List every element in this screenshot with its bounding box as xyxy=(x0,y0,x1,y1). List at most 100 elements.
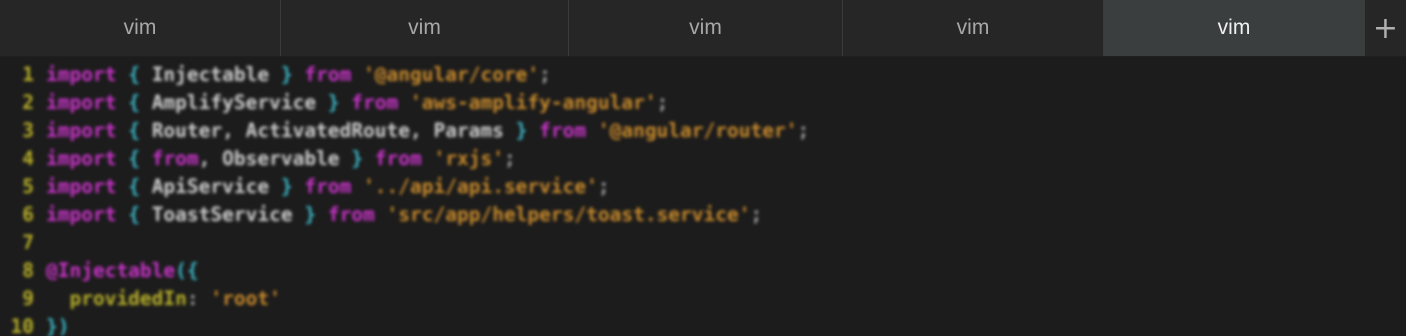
code-line: 1 import { Injectable } from '@angular/co… xyxy=(0,61,809,89)
code-line: 7 xyxy=(0,229,809,257)
line-number: 8 xyxy=(22,259,34,282)
code-token: } xyxy=(280,63,293,86)
code-token: { xyxy=(128,91,140,114)
code-token: } xyxy=(304,203,317,226)
code-token: { xyxy=(128,119,140,142)
code-token: import xyxy=(46,91,117,114)
code-token: ; xyxy=(597,175,610,198)
code-text: import { Injectable } from '@angular/cor… xyxy=(46,61,551,89)
code-text: import { ApiService } from '../api/api.s… xyxy=(46,173,610,201)
code-line: 9 providedIn: 'root' xyxy=(0,285,809,313)
code-token: providedIn xyxy=(69,287,187,310)
code-token: from xyxy=(327,203,375,226)
code-token: } xyxy=(327,91,340,114)
code-line: 5 import { ApiService } from '../api/api.… xyxy=(0,173,809,201)
code-token: ; xyxy=(656,91,669,114)
code-text: import { ToastService } from 'src/app/he… xyxy=(46,201,762,229)
tab-vim-1[interactable]: vim xyxy=(0,0,281,56)
code-token: '@angular/core' xyxy=(363,63,540,86)
code-token: from xyxy=(151,147,199,170)
code-token: ; xyxy=(750,203,763,226)
code-line: 10}) xyxy=(0,313,809,336)
code-token: { xyxy=(128,63,140,86)
line-number: 10 xyxy=(10,315,34,336)
code-token: import xyxy=(46,63,117,86)
tab-vim-4[interactable]: vim xyxy=(843,0,1104,56)
new-tab-button[interactable]: + xyxy=(1365,0,1406,56)
line-number: 7 xyxy=(22,231,34,254)
code-line: 6 import { ToastService } from 'src/app/h… xyxy=(0,201,809,229)
line-number: 3 xyxy=(22,119,34,142)
code-token: import xyxy=(46,147,117,170)
line-number: 4 xyxy=(22,147,34,170)
code-token: } xyxy=(515,119,528,142)
vim-editor[interactable]: 1 import { Injectable } from '@angular/co… xyxy=(0,57,1406,336)
code-token: { xyxy=(128,175,140,198)
code-token: ; xyxy=(539,63,551,86)
code-token: from xyxy=(304,175,352,198)
code-text: }) xyxy=(46,313,69,336)
code-token: from xyxy=(374,147,422,170)
code-token: Router, ActivatedRoute, Params xyxy=(139,119,516,142)
code-token: 'src/app/helpers/toast.service' xyxy=(386,203,751,226)
code-token: }) xyxy=(46,315,70,336)
code-token: 'root' xyxy=(210,287,281,310)
code-token: '../api/api.service' xyxy=(363,175,598,198)
code-text: import { Router, ActivatedRoute, Params … xyxy=(46,117,809,145)
tab-bar: vim vim vim vim vim + xyxy=(0,0,1406,56)
code-token: , Observable xyxy=(198,147,352,170)
code-line: 8 @Injectable({ xyxy=(0,257,809,285)
code-token: AmplifyService xyxy=(139,91,328,114)
code-token: import xyxy=(46,119,117,142)
code-token: { xyxy=(128,147,140,170)
code-token: { xyxy=(128,203,140,226)
line-number: 9 xyxy=(22,287,34,310)
code-token: ToastService xyxy=(139,203,305,226)
code-token: ; xyxy=(797,119,810,142)
code-token: 'rxjs' xyxy=(433,147,504,170)
code-area: 1 import { Injectable } from '@angular/co… xyxy=(0,61,810,336)
tab-vim-5-active[interactable]: vim xyxy=(1104,0,1365,56)
code-token: from xyxy=(539,119,587,142)
code-token: 'aws-amplify-angular' xyxy=(410,91,657,114)
line-number: 5 xyxy=(22,175,34,198)
tab-vim-3[interactable]: vim xyxy=(569,0,843,56)
code-text: import { AmplifyService } from 'aws-ampl… xyxy=(46,89,668,117)
code-text: import { from, Observable } from 'rxjs'; xyxy=(46,145,516,173)
code-token: ApiService xyxy=(139,175,281,198)
code-token: from xyxy=(351,91,399,114)
code-line: 4 import { from, Observable } from 'rxjs'… xyxy=(0,145,809,173)
code-token: import xyxy=(46,175,117,198)
line-number: 1 xyxy=(22,63,34,86)
code-token: from xyxy=(304,63,352,86)
code-token: import xyxy=(46,203,117,226)
code-text: @Injectable({ xyxy=(46,257,199,285)
code-line: 3 import { Router, ActivatedRoute, Params… xyxy=(0,117,809,145)
tab-vim-2[interactable]: vim xyxy=(281,0,569,56)
code-token: } xyxy=(351,147,364,170)
code-token: Injectable xyxy=(139,63,281,86)
code-token: : xyxy=(186,287,211,310)
code-token: @Injectable xyxy=(46,259,176,282)
code-token: ({ xyxy=(175,259,199,282)
